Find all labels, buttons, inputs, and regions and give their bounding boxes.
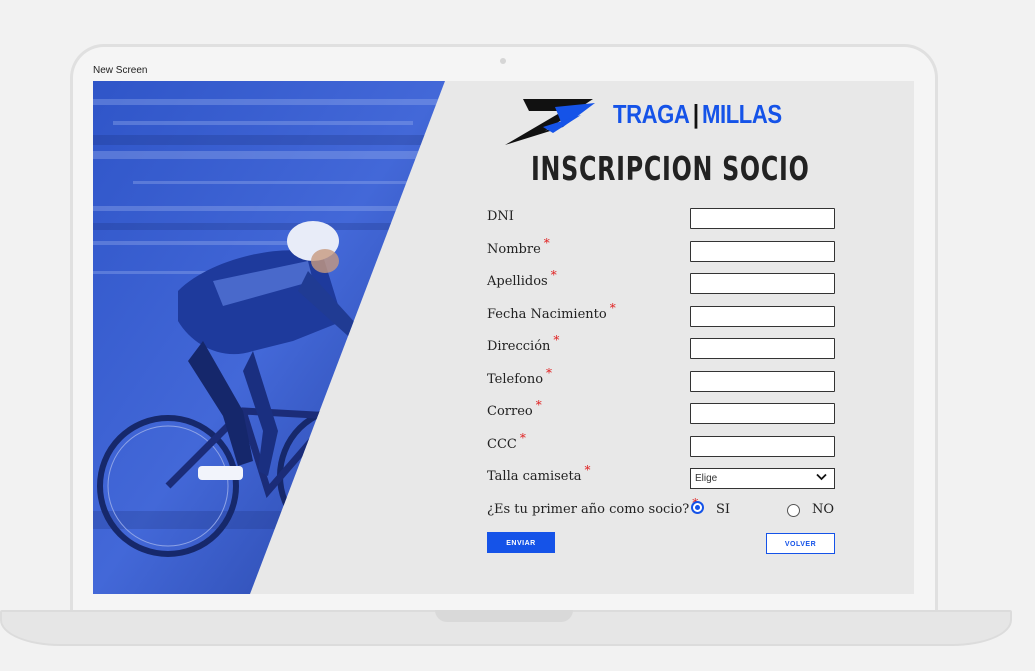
enviar-button[interactable]: ENVIAR	[487, 532, 555, 553]
camera-dot	[500, 58, 506, 64]
brand-name-right: MILLAS	[702, 99, 782, 129]
label-nombre: Nombre *	[487, 236, 550, 257]
laptop-notch	[435, 610, 573, 622]
radio-si[interactable]	[691, 501, 704, 514]
required-mark: *	[543, 236, 550, 250]
volver-button[interactable]: VOLVER	[766, 533, 835, 554]
label-talla-camiseta-text: Talla camiseta	[487, 469, 582, 484]
label-direccion: Dirección *	[487, 333, 559, 354]
label-correo: Correo *	[487, 398, 542, 419]
label-apellidos: Apellidos *	[487, 268, 557, 289]
label-telefono: Telefono *	[487, 366, 552, 387]
label-ccc-text: CCC	[487, 437, 517, 452]
label-primer-ano-text: ¿Es tu primer año como socio?	[487, 502, 690, 517]
screen-label: New Screen	[93, 65, 148, 76]
radio-si-label: SI	[716, 502, 731, 517]
brand-name: TRAGA | MILLAS	[613, 99, 782, 130]
input-telefono[interactable]	[690, 371, 835, 392]
radio-no[interactable]	[787, 504, 800, 517]
input-direccion[interactable]	[690, 338, 835, 359]
input-ccc[interactable]	[690, 436, 835, 457]
required-mark: *	[553, 333, 560, 347]
page-title: INSCRIPCION SOCIO	[531, 149, 810, 188]
label-primer-ano: ¿Es tu primer año como socio?*	[487, 496, 698, 517]
label-ccc: CCC *	[487, 431, 526, 452]
brand-logo-icon	[505, 99, 595, 145]
label-apellidos-text: Apellidos	[487, 274, 548, 289]
select-talla-camiseta[interactable]: Elige	[690, 468, 835, 489]
required-mark: *	[584, 463, 591, 477]
label-fecha-nacimiento: Fecha Nacimiento *	[487, 301, 616, 322]
select-talla-value: Elige	[695, 473, 718, 484]
label-direccion-text: Dirección	[487, 339, 551, 354]
label-fecha-nacimiento-text: Fecha Nacimiento	[487, 307, 607, 322]
label-dni: DNI	[487, 209, 514, 224]
chevron-down-icon	[816, 473, 827, 481]
input-fecha-nacimiento[interactable]	[690, 306, 835, 327]
required-mark: *	[535, 398, 542, 412]
label-correo-text: Correo	[487, 404, 533, 419]
brand-separator: |	[692, 99, 699, 129]
radio-no-label: NO	[812, 502, 835, 517]
input-apellidos[interactable]	[690, 273, 835, 294]
brand-name-left: TRAGA	[613, 99, 690, 129]
required-mark: *	[546, 366, 553, 380]
required-mark: *	[550, 268, 557, 282]
label-nombre-text: Nombre	[487, 242, 541, 257]
input-dni[interactable]	[690, 208, 835, 229]
app-screen: TRAGA | MILLAS INSCRIPCION SOCIO DNI Nombr…	[93, 81, 914, 594]
label-telefono-text: Telefono	[487, 372, 544, 387]
label-talla-camiseta: Talla camiseta *	[487, 463, 590, 484]
input-correo[interactable]	[690, 403, 835, 424]
required-mark: *	[519, 431, 526, 445]
cyclist-hero-image	[93, 81, 445, 594]
input-nombre[interactable]	[690, 241, 835, 262]
label-dni-text: DNI	[487, 209, 514, 224]
required-mark: *	[609, 301, 616, 315]
